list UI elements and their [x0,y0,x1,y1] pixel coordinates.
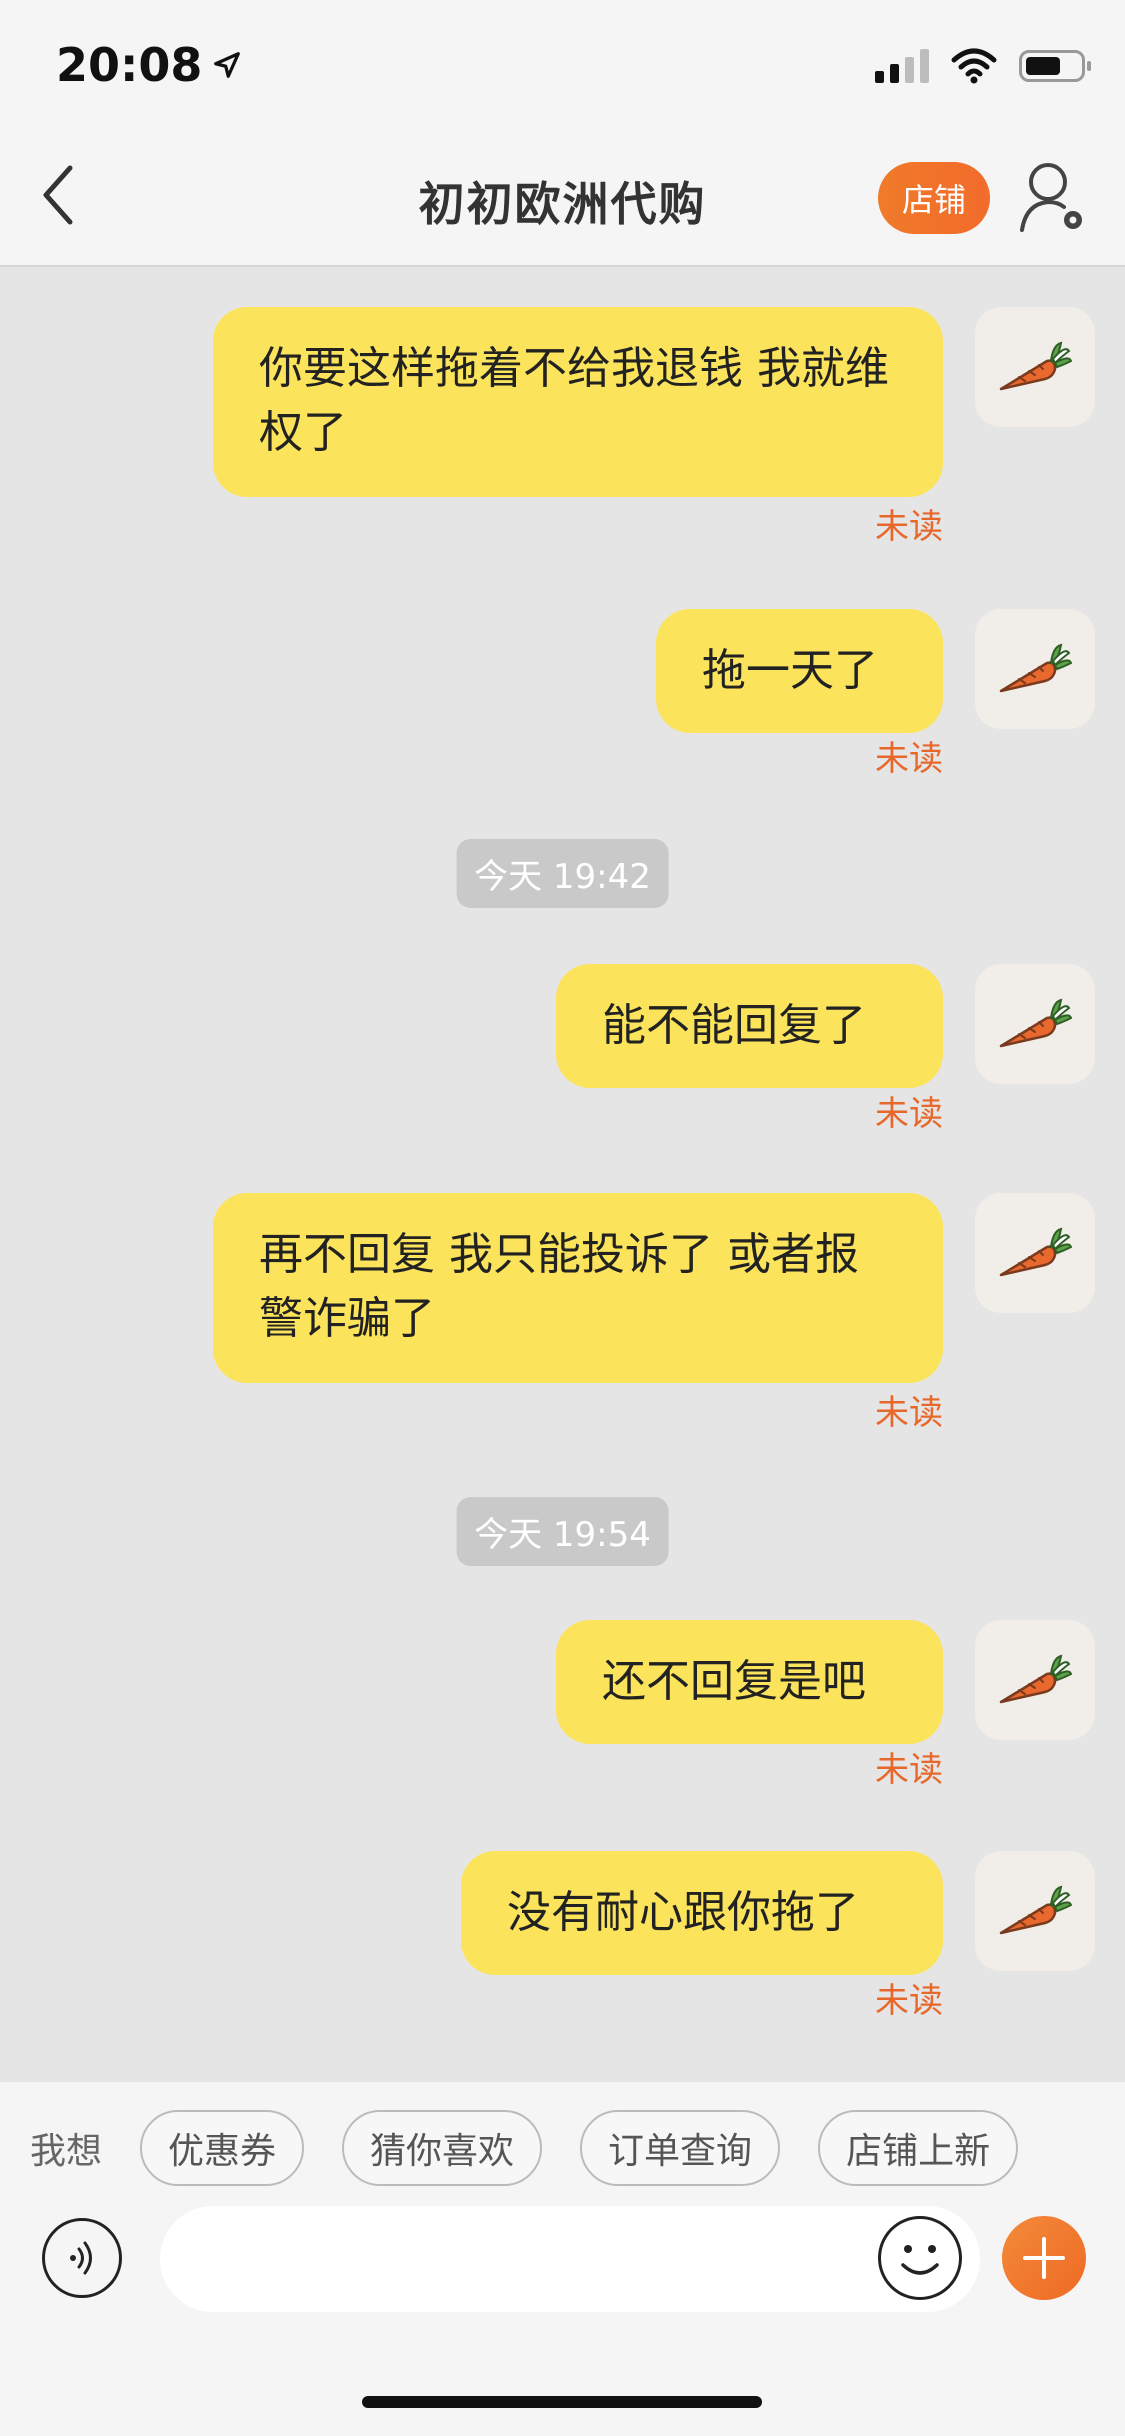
message-bubble[interactable]: 没有耐心跟你拖了 [461,1851,943,1975]
carrot-avatar-icon [999,643,1073,693]
quick-reply-label: 我想 [30,2131,103,2172]
voice-button[interactable] [42,2218,122,2298]
chip-recommend[interactable]: 猜你喜欢 [342,2110,543,2186]
shop-button[interactable]: 店铺 [878,162,990,234]
chat-area[interactable]: 你要这样拖着不给我退钱 我就维权了 未读 拖一天了 未读 今天 19:42 能不能回复… [0,267,1125,2082]
carrot-avatar-icon [999,1885,1073,1935]
chip-order-query[interactable]: 订单查询 [580,2110,781,2186]
signal-icon [875,49,929,83]
message-bubble[interactable]: 你要这样拖着不给我退钱 我就维权了 [213,307,943,497]
time-divider: 今天 19:54 [456,1497,669,1566]
quick-replies: 我想 优惠券 猜你喜欢 订单查询 店铺上新 [30,2110,1019,2186]
sender-avatar[interactable] [975,1620,1095,1740]
carrot-avatar-icon [999,341,1073,391]
carrot-avatar-icon [999,1654,1073,1704]
message-input[interactable] [160,2206,980,2312]
message-bubble[interactable]: 再不回复 我只能投诉了 或者报警诈骗了 [213,1193,943,1383]
status-time: 20:08 [56,38,242,92]
more-button[interactable] [1002,2216,1086,2300]
voice-icon [70,2241,92,2275]
sender-avatar[interactable] [975,964,1095,1084]
battery-icon [1019,50,1091,82]
sender-avatar[interactable] [975,1851,1095,1971]
status-indicators [875,48,1091,84]
message-bubble[interactable]: 还不回复是吧 [556,1620,943,1744]
user-settings-icon [1020,163,1082,232]
unread-status: 未读 [875,507,943,547]
carrot-avatar-icon [999,998,1073,1048]
time-divider: 今天 19:42 [456,839,669,908]
message-bubble[interactable]: 拖一天了 [656,609,943,733]
emoji-icon [901,2245,939,2275]
unread-status: 未读 [875,1750,943,1790]
unread-status: 未读 [875,1094,943,1134]
home-indicator [362,2396,762,2408]
message-bubble[interactable]: 能不能回复了 [556,964,943,1088]
unread-status: 未读 [875,1981,943,2021]
unread-status: 未读 [875,739,943,779]
plus-icon [1023,2237,1065,2279]
profile-settings-button[interactable] [1018,160,1088,235]
chip-coupon[interactable]: 优惠券 [140,2110,305,2186]
chip-new-arrivals[interactable]: 店铺上新 [818,2110,1019,2186]
sender-avatar[interactable] [975,307,1095,427]
wifi-icon [951,48,997,84]
location-arrow-icon [214,52,241,78]
composer-panel: 我想 优惠券 猜你喜欢 订单查询 店铺上新 [0,2082,1125,2436]
sender-avatar[interactable] [975,609,1095,729]
top-bar: 20:08 初初欧洲代购 店铺 [0,0,1125,267]
emoji-button[interactable] [878,2216,962,2300]
carrot-avatar-icon [999,1227,1073,1277]
unread-status: 未读 [875,1393,943,1433]
sender-avatar[interactable] [975,1193,1095,1313]
